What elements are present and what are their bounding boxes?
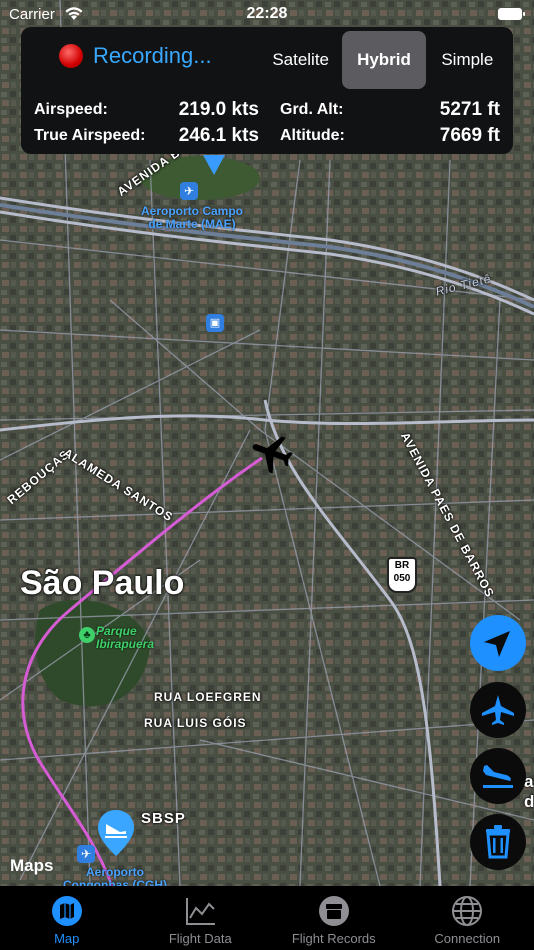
- takeoff-button[interactable]: [470, 682, 526, 738]
- map-type-satelite[interactable]: Satelite: [259, 31, 342, 89]
- map-type-selector[interactable]: Satelite Hybrid Simple: [259, 31, 509, 89]
- recording-indicator[interactable]: Recording...: [59, 43, 212, 69]
- airport-cgh-icon: ✈: [77, 845, 95, 863]
- destination-label: SBSP: [141, 810, 186, 827]
- landing-button[interactable]: [470, 748, 526, 804]
- destination-marker[interactable]: [96, 808, 136, 858]
- airport-mae-icon: ✈: [180, 182, 198, 200]
- chart-icon: [186, 898, 216, 925]
- trash-icon: [486, 825, 510, 859]
- train-station-icon: ▣: [206, 314, 224, 332]
- delete-button[interactable]: [470, 814, 526, 870]
- park-icon: ♣: [79, 627, 95, 643]
- location-arrow-icon: [484, 631, 510, 657]
- tab-flight-data[interactable]: Flight Data: [134, 886, 268, 950]
- map-icon: [51, 896, 82, 926]
- map-type-hybrid[interactable]: Hybrid: [342, 31, 426, 89]
- globe-icon: [452, 896, 483, 926]
- park-label: Parque Ibirapuera: [96, 624, 155, 651]
- records-icon: [318, 896, 349, 926]
- takeoff-icon: [482, 695, 514, 725]
- airport-cgh-label: Aeroporto Congonhas (CGH): [63, 865, 167, 887]
- record-dot-icon: [59, 44, 83, 68]
- airport-mae-label: Aeroporto Campo de Marte (MAE): [141, 204, 243, 231]
- airspeed-label: Airspeed:: [34, 101, 108, 118]
- tab-map-label: Map: [54, 931, 80, 946]
- apple-maps-logo: Maps: [10, 856, 54, 875]
- altitude-label: Altitude:: [280, 127, 345, 144]
- clock: 22:28: [246, 5, 288, 22]
- street-label: RUA LOEFGREN: [154, 690, 262, 704]
- tab-connection-label: Connection: [434, 931, 501, 946]
- true-airspeed-value: 246.1 kts: [178, 125, 259, 146]
- map-pin-icon: [203, 155, 225, 175]
- tab-flight-records[interactable]: Flight Records: [267, 886, 401, 950]
- tab-flight-records-label: Flight Records: [291, 931, 376, 946]
- grd-alt-value: 5271 ft: [439, 99, 500, 120]
- map-type-simple[interactable]: Simple: [426, 31, 509, 89]
- tab-bar: Map Flight Data Flight Records Connectio…: [0, 886, 534, 950]
- status-bar: Carrier 22:28: [0, 0, 534, 28]
- tab-map[interactable]: Map: [0, 886, 134, 950]
- landing-icon: [483, 765, 513, 788]
- landing-pin-icon: [98, 810, 134, 856]
- airspeed-value: 219.0 kts: [178, 99, 259, 120]
- center-location-button[interactable]: [470, 615, 526, 671]
- battery-icon: [498, 8, 525, 20]
- altitude-value: 7669 ft: [439, 125, 500, 146]
- flight-info-panel: Recording... Satelite Hybrid Simple Airs…: [21, 27, 513, 154]
- br-shield: BR 050: [387, 557, 417, 593]
- tab-flight-data-label: Flight Data: [168, 931, 232, 946]
- tab-connection[interactable]: Connection: [401, 886, 534, 950]
- grd-alt-label: Grd. Alt:: [280, 101, 344, 118]
- street-label: RUA LUIS GÓIS: [144, 716, 247, 730]
- aircraft-icon: [252, 436, 293, 474]
- city-label: São Paulo: [20, 564, 185, 602]
- recording-label: Recording...: [93, 43, 212, 68]
- true-airspeed-label: True Airspeed:: [34, 127, 146, 144]
